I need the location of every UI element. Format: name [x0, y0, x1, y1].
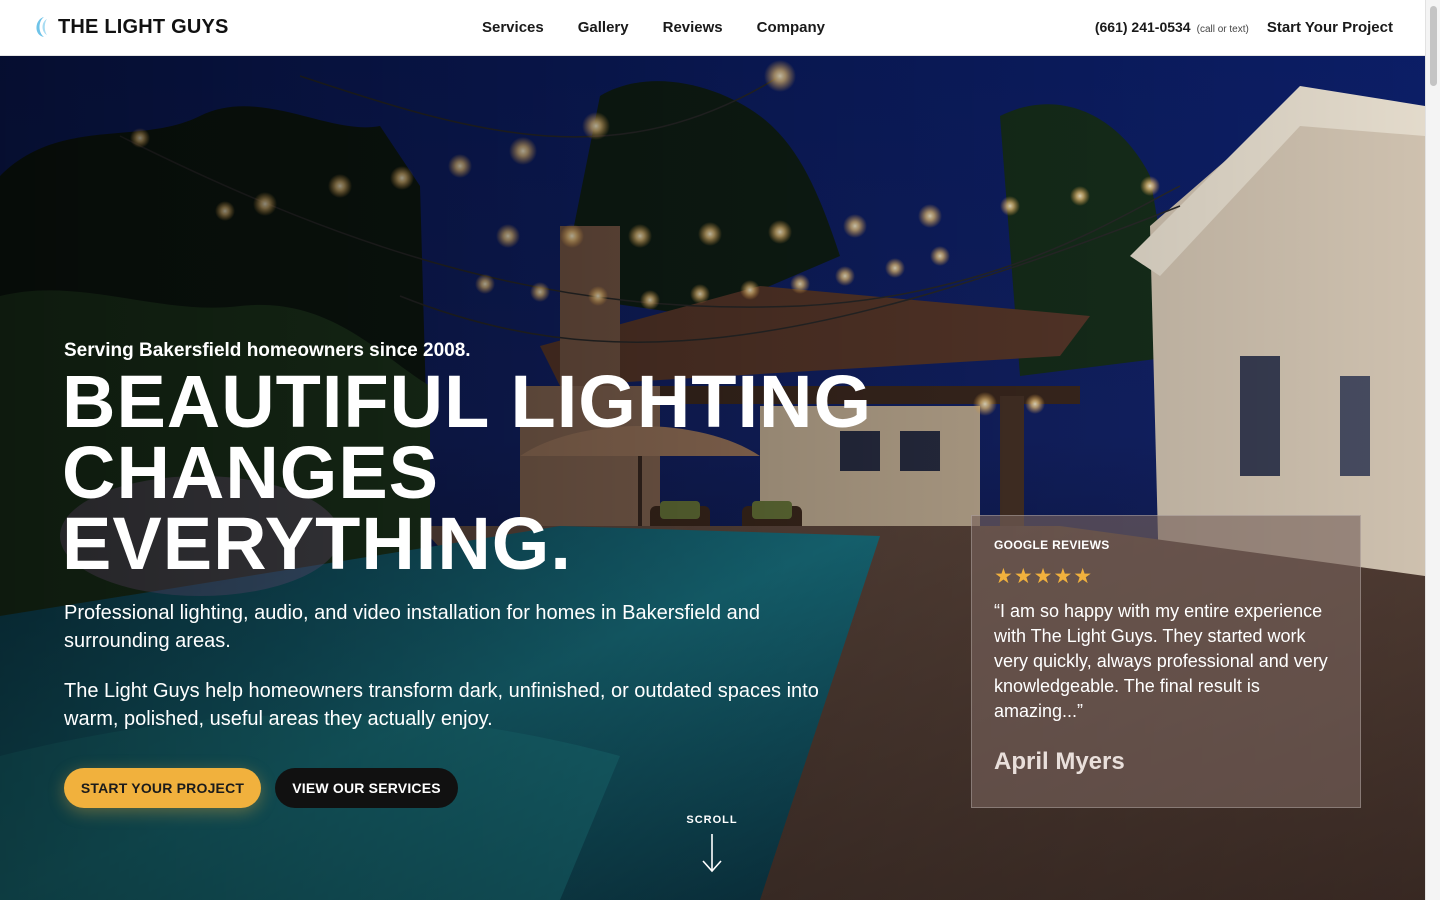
headline-line-3: EVERYTHING.	[62, 502, 572, 585]
review-quote: “I am so happy with my entire experience…	[994, 601, 1328, 721]
scroll-label: SCROLL	[686, 814, 738, 826]
start-project-button[interactable]: START YOUR PROJECT	[64, 768, 261, 808]
logo-icon	[36, 17, 47, 37]
site-logo[interactable]: THE LIGHT GUYS	[30, 15, 229, 39]
nav-gallery[interactable]: Gallery	[578, 19, 629, 36]
main-nav: Services Gallery Reviews Company	[482, 19, 859, 36]
nav-reviews[interactable]: Reviews	[663, 19, 723, 36]
scroll-indicator[interactable]: SCROLL	[682, 814, 742, 874]
hero-tagline: Serving Bakersfield homeowners since 200…	[64, 340, 471, 361]
header-contact: (661) 241-0534 (call or text) Start Your…	[1095, 19, 1393, 36]
scrollbar-thumb[interactable]	[1430, 6, 1437, 86]
hero-headline: BEAUTIFUL LIGHTING CHANGES EVERYTHING.	[62, 360, 873, 585]
reviewer-name: April Myers	[994, 748, 1125, 775]
hero-section: Serving Bakersfield homeowners since 200…	[0, 56, 1425, 900]
page-scrollbar[interactable]	[1425, 0, 1440, 900]
star-rating-icon: ★★★★★	[994, 565, 1094, 588]
site-header: THE LIGHT GUYS Services Gallery Reviews …	[0, 0, 1425, 56]
brand-name: THE LIGHT GUYS	[58, 15, 229, 38]
review-source: GOOGLE REVIEWS	[994, 538, 1110, 552]
arrow-down-icon	[702, 834, 722, 873]
headline-line-1: BEAUTIFUL LIGHTING	[62, 360, 873, 443]
phone-link[interactable]: (661) 241-0534	[1095, 19, 1191, 35]
review-card: GOOGLE REVIEWS ★★★★★ “I am so happy with…	[971, 515, 1361, 808]
hero-description: Professional lighting, audio, and video …	[64, 602, 760, 652]
hero-subdescription: The Light Guys help homeowners transform…	[64, 680, 819, 730]
phone-note: (call or text)	[1196, 24, 1249, 35]
start-project-link[interactable]: Start Your Project	[1267, 19, 1393, 36]
headline-line-2: CHANGES	[62, 431, 440, 514]
nav-services[interactable]: Services	[482, 19, 544, 36]
nav-company[interactable]: Company	[757, 19, 825, 36]
view-services-button[interactable]: VIEW OUR SERVICES	[275, 768, 458, 808]
